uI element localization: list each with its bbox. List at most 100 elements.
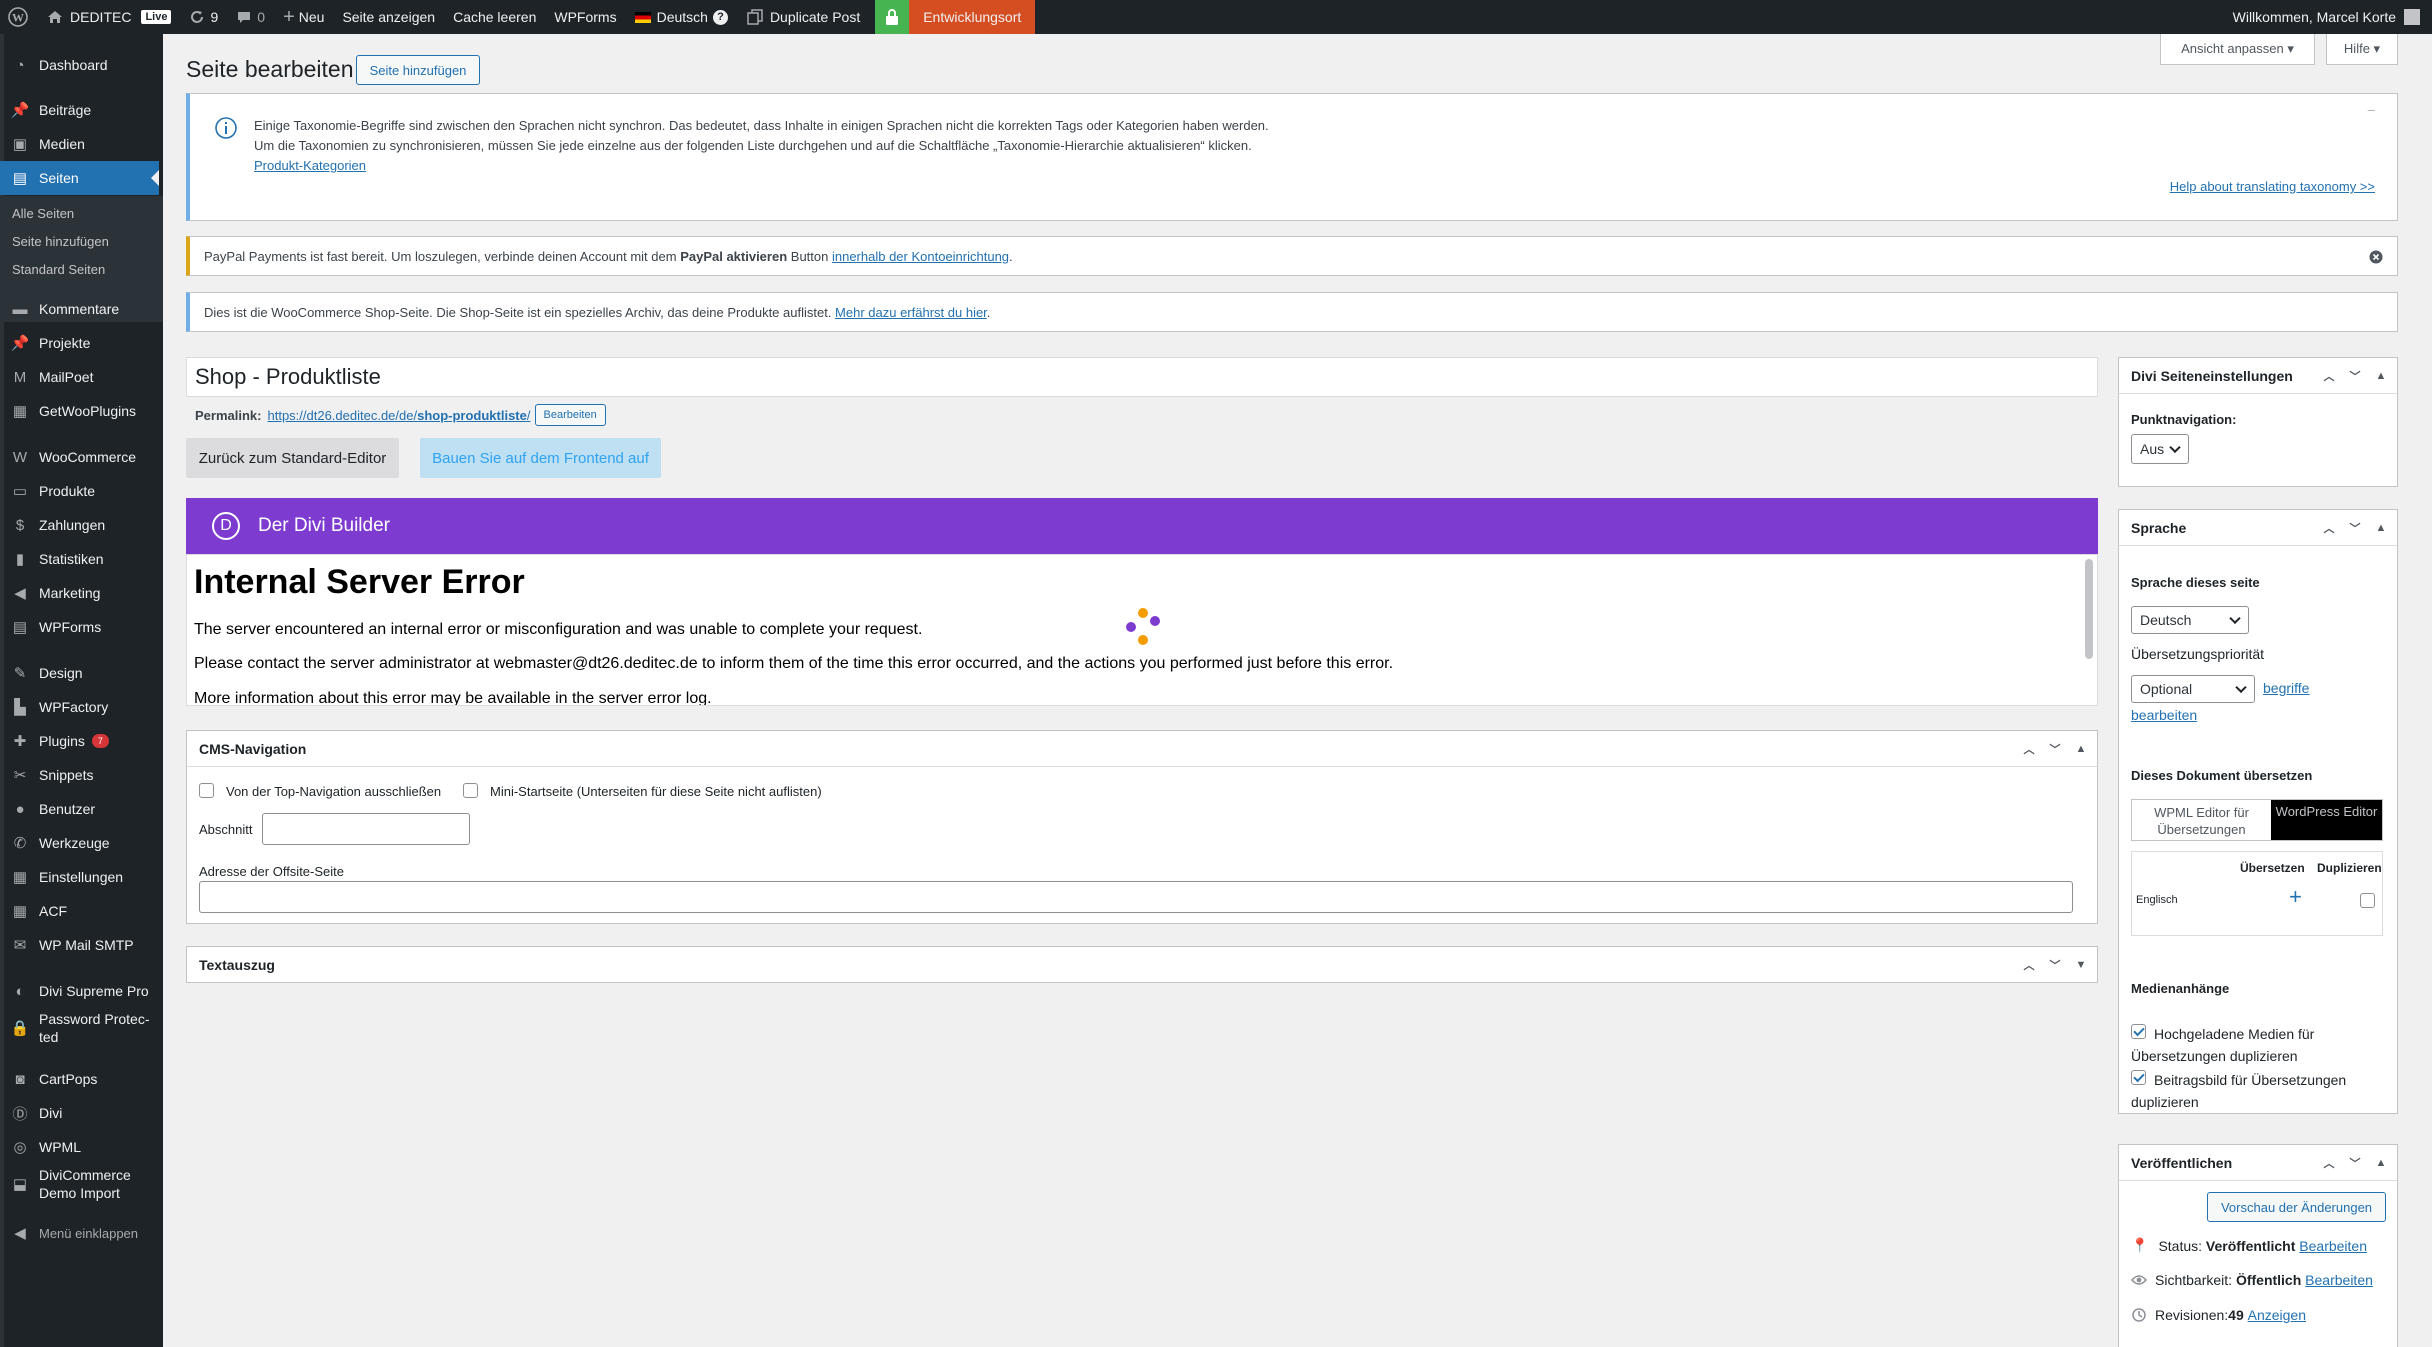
cms-navigation-header[interactable]: CMS-Navigation ︿ ﹀ ▲ [187,731,2097,767]
help-button[interactable]: Hilfe ▾ [2326,34,2398,65]
taxonomy-help-link[interactable]: Help about translating taxonomy >> [2170,179,2375,194]
account-menu[interactable]: Willkommen, Marcel Korte [2224,0,2432,34]
sidebar-item-medien[interactable]: ▣ Medien [0,127,159,161]
new-content-link[interactable]: + Neu [274,0,333,34]
updates-link[interactable]: 9 [180,0,227,34]
move-up-icon[interactable]: ︿ [2321,1155,2337,1171]
toggle-icon[interactable]: ▲ [2373,522,2389,534]
sidebar-item-mailpoet[interactable]: M MailPoet [0,360,159,394]
sidebar-item-produkte[interactable]: ▭ Produkte [0,474,159,508]
sidebar-item-seiten[interactable]: ▤ Seiten [0,161,159,195]
sidebar-item-divicommerce[interactable]: ⬓ DiviCommerce Demo Import [0,1164,159,1204]
duplicate-checkbox[interactable] [2360,893,2375,908]
sidebar-item-password-protec[interactable]: 🔒 Password Protec-ted [0,1008,159,1048]
offsite-address-input[interactable] [199,881,2073,913]
build-on-frontend-button[interactable]: Bauen Sie auf dem Frontend auf [420,438,661,478]
sidebar-item-wpfactory[interactable]: ▙ WPFactory [0,690,159,724]
dot-nav-select[interactable]: Aus [2131,434,2189,464]
sidebar-item-benutzer[interactable]: ● Benutzer [0,792,159,826]
section-input[interactable] [262,813,470,845]
sidebar-item-beiträge[interactable]: 📌 Beiträge [0,93,159,127]
post-title-input[interactable]: Shop - Produktliste [186,357,2098,397]
sidebar-item-kommentare[interactable]: ▬ Kommentare [0,292,159,326]
sidebar-item-zahlungen[interactable]: $ Zahlungen [0,508,159,542]
submenu-item[interactable]: Standard Seiten [12,262,105,277]
edit-terms-link-2[interactable]: bearbeiten [2131,707,2197,723]
move-down-icon[interactable]: ﹀ [2047,957,2063,973]
permalink-edit-button[interactable]: Bearbeiten [534,404,606,426]
notice-dismiss-button[interactable]: – [2368,102,2375,117]
status-edit-link[interactable]: Bearbeiten [2299,1238,2367,1254]
duplicate-post-link[interactable]: Duplicate Post [737,0,869,34]
toggle-icon[interactable]: ▼ [2073,959,2089,971]
add-translation-icon[interactable]: + [2289,884,2302,910]
permalink-link[interactable]: https://dt26.deditec.de/de/shop-produktl… [267,408,530,423]
comments-link[interactable]: 0 [227,0,274,34]
view-page-link[interactable]: Seite anzeigen [333,0,444,34]
toggle-icon[interactable]: ▲ [2373,1157,2389,1169]
preview-changes-button[interactable]: Vorschau der Änderungen [2207,1192,2386,1222]
sidebar-item-divi[interactable]: Ⓓ Divi [0,1096,159,1130]
scrollbar[interactable] [2085,559,2093,659]
move-up-icon[interactable]: ︿ [2321,520,2337,536]
close-icon[interactable] [2369,250,2383,264]
toggle-icon[interactable]: ▲ [2073,743,2089,755]
revisions-link[interactable]: Anzeigen [2248,1307,2306,1323]
sidebar-item-divi-supreme-pro[interactable]: ◐ Divi Supreme Pro [0,974,159,1008]
site-name-link[interactable]: DEDITEC Live [38,0,180,34]
sidebar-item-dashboard[interactable]: ◔ Dashboard [0,48,159,82]
move-down-icon[interactable]: ﹀ [2347,368,2363,384]
sidebar-item-cartpops[interactable]: ◙ CartPops [0,1062,159,1096]
sidebar-item-statistiken[interactable]: ▮ Statistiken [0,542,159,576]
move-down-icon[interactable]: ﹀ [2347,520,2363,536]
excerpt-header[interactable]: Textauszug ︿ ﹀ ▼ [187,947,2097,983]
sidebar-item-wpforms[interactable]: ▤ WPForms [0,610,159,644]
clear-cache-link[interactable]: Cache leeren [444,0,545,34]
publish-box-header[interactable]: Veröffentlichen ︿ ﹀ ▲ [2119,1145,2397,1181]
edit-terms-link[interactable]: begriffe [2263,680,2309,696]
paypal-setup-link[interactable]: innerhalb der Kontoeinrichtung [832,249,1009,264]
wordpress-editor-tab[interactable]: WordPress Editor [2271,800,2382,840]
language-box-header[interactable]: Sprache ︿ ﹀ ▲ [2119,510,2397,546]
visibility-edit-link[interactable]: Bearbeiten [2305,1272,2373,1288]
submenu-item[interactable]: Seite hinzufügen [12,234,109,249]
back-to-standard-editor-button[interactable]: Zurück zum Standard-Editor [186,438,399,478]
wpforms-link[interactable]: WPForms [545,0,625,34]
sidebar-item-projekte[interactable]: 📌 Projekte [0,326,159,360]
add-page-button[interactable]: Seite hinzufügen [356,55,480,85]
sidebar-item-acf[interactable]: ▦ ACF [0,894,159,928]
move-up-icon[interactable]: ︿ [2021,957,2037,973]
wpml-editor-tab[interactable]: WPML Editor für Übersetzungen [2132,800,2271,840]
sidebar-item-marketing[interactable]: ◀ Marketing [0,576,159,610]
paypal-text-post: . [1009,249,1013,264]
sidebar-item-einstellungen[interactable]: ▦ Einstellungen [0,860,159,894]
sidebar-item-wpml[interactable]: ◎ WPML [0,1130,159,1164]
environment-badge[interactable]: Entwicklungsort [909,0,1036,34]
exclude-top-nav-checkbox[interactable] [199,783,214,798]
language-switcher[interactable]: Deutsch ? [626,0,737,34]
move-down-icon[interactable]: ﹀ [2347,1155,2363,1171]
sidebar-item-werkzeuge[interactable]: ✆ Werkzeuge [0,826,159,860]
toggle-icon[interactable]: ▲ [2373,370,2389,382]
shop-learn-more-link[interactable]: Mehr dazu erfährst du hier [835,305,987,320]
sidebar-item-plugins[interactable]: ✚ Plugins 7 [0,724,159,758]
lock-icon[interactable] [875,0,910,34]
mini-home-checkbox[interactable] [463,783,478,798]
sidebar-item-getwooplugins[interactable]: ▦ GetWooPlugins [0,394,159,428]
screen-options-button[interactable]: Ansicht anpassen ▾ [2160,34,2315,65]
sidebar-item-design[interactable]: ✎ Design [0,656,159,690]
sidebar-item-menü-einklappen[interactable]: ◀ Menü einklappen [0,1216,159,1250]
wordpress-logo-icon[interactable]: W [0,0,38,34]
sidebar-item-woocommerce[interactable]: W WooCommerce [0,440,159,474]
taxonomy-link[interactable]: Produkt-Kategorien [254,158,366,173]
move-down-icon[interactable]: ﹀ [2047,741,2063,757]
translation-priority-select[interactable]: Optional [2131,675,2255,703]
divi-settings-header[interactable]: Divi Seiteneinstellungen ︿ ﹀ ▲ [2119,358,2397,394]
move-up-icon[interactable]: ︿ [2321,368,2337,384]
sidebar-item-snippets[interactable]: ✂ Snippets [0,758,159,792]
divi-builder-frame[interactable]: Internal Server Error The server encount… [186,554,2098,706]
page-language-select[interactable]: Deutsch [2131,606,2249,634]
sidebar-item-wp-mail-smtp[interactable]: ✉ WP Mail SMTP [0,928,159,962]
move-up-icon[interactable]: ︿ [2021,741,2037,757]
submenu-item[interactable]: Alle Seiten [12,206,74,221]
